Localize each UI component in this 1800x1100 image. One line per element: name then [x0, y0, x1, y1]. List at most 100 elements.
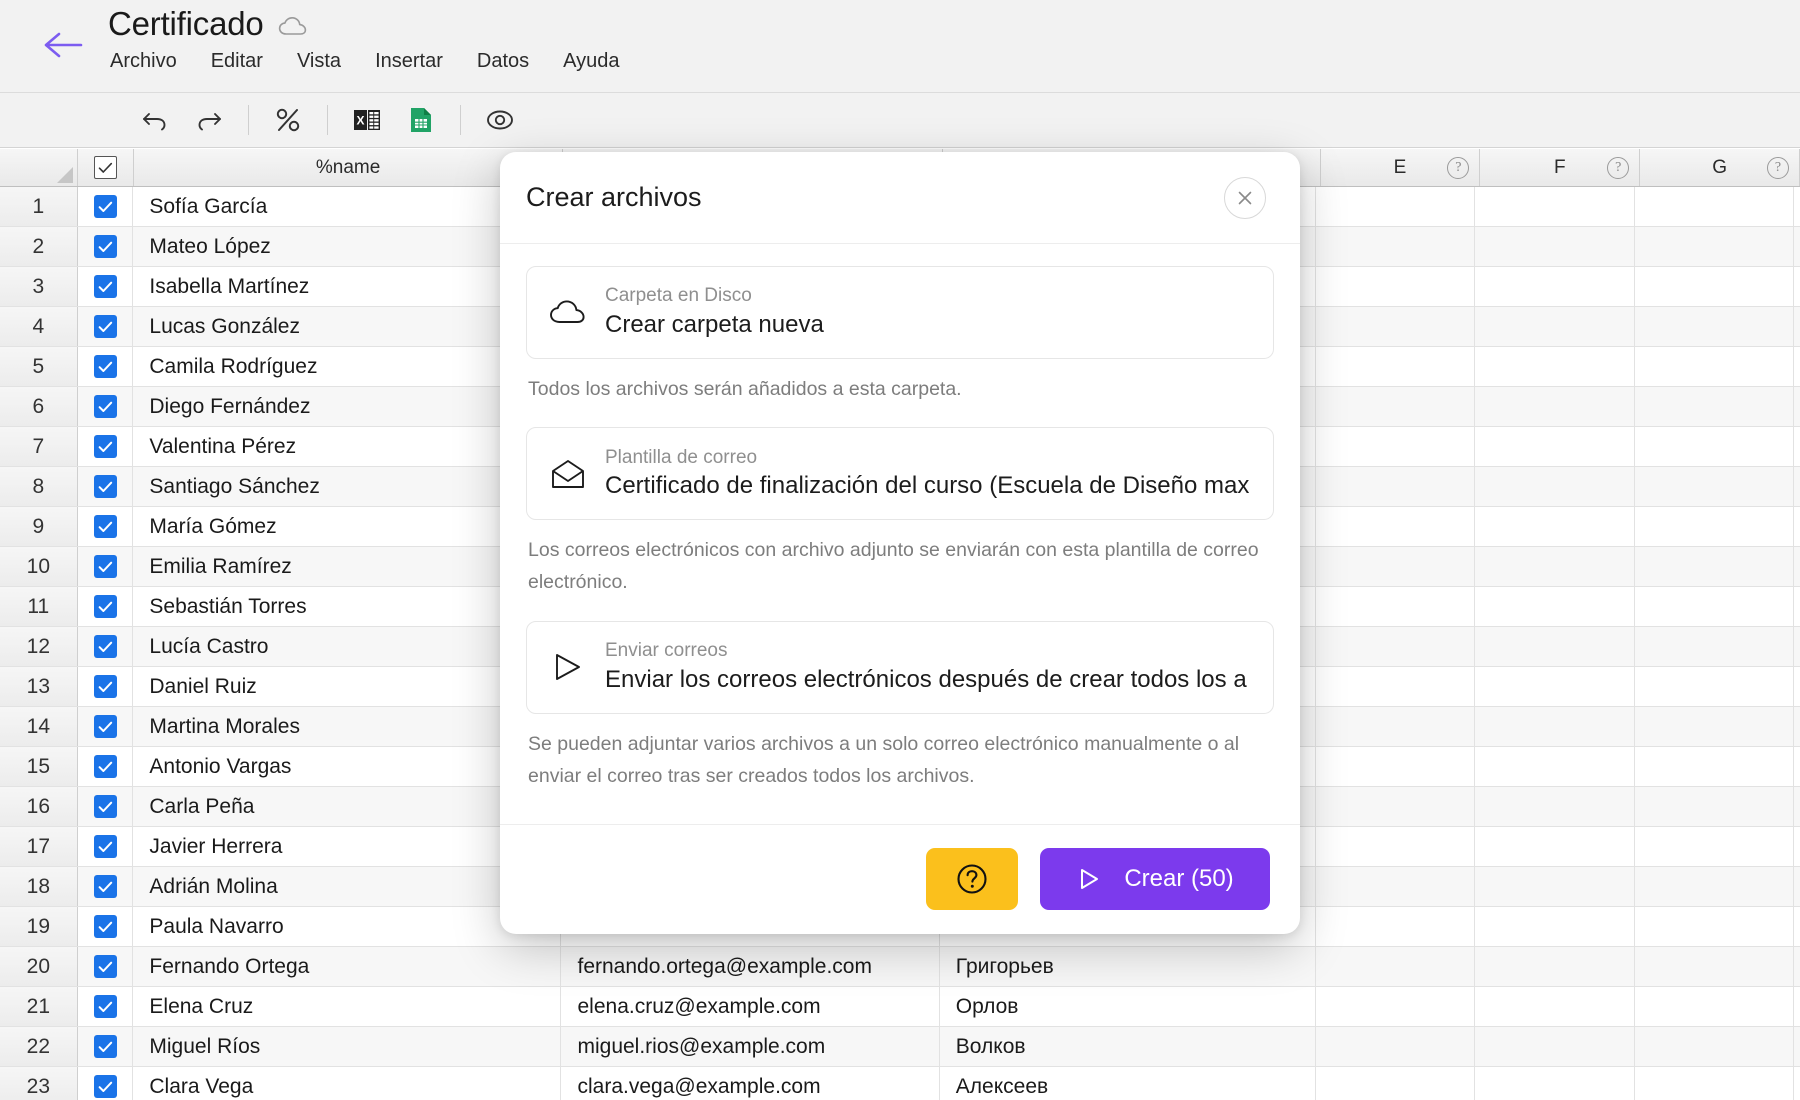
row-number[interactable]: 13	[0, 667, 78, 706]
row-number[interactable]: 6	[0, 387, 78, 426]
cell-e[interactable]	[1316, 707, 1476, 746]
cell-g[interactable]	[1635, 747, 1795, 786]
cell-f[interactable]	[1475, 947, 1635, 986]
row-checkbox[interactable]	[78, 627, 134, 666]
cell-e[interactable]	[1316, 467, 1476, 506]
row-checkbox[interactable]	[78, 547, 134, 586]
help-button[interactable]	[926, 848, 1018, 911]
row-number[interactable]: 8	[0, 467, 78, 506]
row-checkbox[interactable]	[78, 1027, 134, 1066]
cell-e[interactable]	[1316, 1027, 1476, 1066]
percent-button[interactable]	[261, 99, 315, 141]
row-checkbox[interactable]	[78, 267, 134, 306]
cell-tail[interactable]	[1794, 947, 1800, 986]
cell-g[interactable]	[1635, 1067, 1795, 1100]
cell-f[interactable]	[1475, 267, 1635, 306]
cell-name[interactable]: Isabella Martínez	[133, 267, 562, 306]
cell-g[interactable]	[1635, 867, 1795, 906]
menu-vista[interactable]: Vista	[295, 48, 343, 75]
cell-tail[interactable]	[1794, 1027, 1800, 1066]
cell-f[interactable]	[1475, 867, 1635, 906]
row-number[interactable]: 21	[0, 987, 78, 1026]
cell-d[interactable]: Григорьев	[940, 947, 1317, 986]
row-checkbox[interactable]	[78, 947, 134, 986]
cell-f[interactable]	[1475, 187, 1635, 226]
header-column-f[interactable]: F ?	[1480, 149, 1641, 186]
cell-tail[interactable]	[1794, 427, 1800, 466]
cell-e[interactable]	[1316, 1067, 1476, 1100]
cell-e[interactable]	[1316, 387, 1476, 426]
cell-e[interactable]	[1316, 867, 1476, 906]
table-row[interactable]: 21 Elena Cruz elena.cruz@example.com Орлов	[0, 987, 1800, 1027]
cell-tail[interactable]	[1794, 1067, 1800, 1100]
cell-name[interactable]: Mateo López	[133, 227, 562, 266]
cell-name[interactable]: Daniel Ruiz	[133, 667, 562, 706]
row-checkbox[interactable]	[78, 347, 134, 386]
cell-tail[interactable]	[1794, 547, 1800, 586]
folder-option-card[interactable]: Carpeta en Disco Crear carpeta nueva	[526, 266, 1274, 359]
cell-f[interactable]	[1475, 507, 1635, 546]
cell-g[interactable]	[1635, 827, 1795, 866]
cell-tail[interactable]	[1794, 907, 1800, 946]
row-checkbox[interactable]	[78, 707, 134, 746]
cell-tail[interactable]	[1794, 347, 1800, 386]
cell-e[interactable]	[1316, 427, 1476, 466]
header-help-icon-e[interactable]: ?	[1447, 156, 1470, 179]
cell-g[interactable]	[1635, 947, 1795, 986]
cell-f[interactable]	[1475, 347, 1635, 386]
cell-f[interactable]	[1475, 227, 1635, 266]
row-number[interactable]: 10	[0, 547, 78, 586]
cell-tail[interactable]	[1794, 987, 1800, 1026]
document-title[interactable]: Certificado	[108, 5, 264, 43]
export-excel-button[interactable]: X	[340, 99, 394, 141]
cell-e[interactable]	[1316, 587, 1476, 626]
cell-g[interactable]	[1635, 267, 1795, 306]
cell-email[interactable]: fernando.ortega@example.com	[561, 947, 940, 986]
cell-e[interactable]	[1316, 827, 1476, 866]
cell-g[interactable]	[1635, 467, 1795, 506]
row-number[interactable]: 18	[0, 867, 78, 906]
cell-tail[interactable]	[1794, 267, 1800, 306]
row-checkbox[interactable]	[78, 307, 134, 346]
row-number[interactable]: 12	[0, 627, 78, 666]
cell-name[interactable]: Santiago Sánchez	[133, 467, 562, 506]
row-checkbox[interactable]	[78, 987, 134, 1026]
cell-g[interactable]	[1635, 627, 1795, 666]
header-column-e[interactable]: E ?	[1320, 149, 1481, 186]
row-checkbox[interactable]	[78, 387, 134, 426]
cell-tail[interactable]	[1794, 667, 1800, 706]
header-column-name[interactable]: %name ?	[133, 149, 564, 186]
cell-f[interactable]	[1475, 987, 1635, 1026]
cell-name[interactable]: Martina Morales	[133, 707, 562, 746]
cell-e[interactable]	[1316, 987, 1476, 1026]
cell-tail[interactable]	[1794, 707, 1800, 746]
menu-archivo[interactable]: Archivo	[108, 48, 179, 75]
header-help-icon-g[interactable]: ?	[1767, 156, 1790, 179]
cell-g[interactable]	[1635, 587, 1795, 626]
email-template-option-card[interactable]: Plantilla de correo Certificado de final…	[526, 427, 1274, 521]
cell-g[interactable]	[1635, 187, 1795, 226]
cell-name[interactable]: Carla Peña	[133, 787, 562, 826]
create-button[interactable]: Crear (50)	[1040, 848, 1270, 911]
cell-name[interactable]: Valentina Pérez	[133, 427, 562, 466]
cell-f[interactable]	[1475, 547, 1635, 586]
cell-f[interactable]	[1475, 1027, 1635, 1066]
cell-d[interactable]: Орлов	[940, 987, 1317, 1026]
row-checkbox[interactable]	[78, 507, 134, 546]
menu-editar[interactable]: Editar	[209, 48, 265, 75]
row-checkbox[interactable]	[78, 187, 134, 226]
cell-tail[interactable]	[1794, 787, 1800, 826]
cell-name[interactable]: Lucas González	[133, 307, 562, 346]
cell-g[interactable]	[1635, 907, 1795, 946]
cell-f[interactable]	[1475, 747, 1635, 786]
cell-name[interactable]: María Gómez	[133, 507, 562, 546]
cell-tail[interactable]	[1794, 227, 1800, 266]
cell-g[interactable]	[1635, 387, 1795, 426]
cell-name[interactable]: Paula Navarro	[133, 907, 562, 946]
cell-f[interactable]	[1475, 427, 1635, 466]
cell-name[interactable]: Elena Cruz	[133, 987, 562, 1026]
cell-g[interactable]	[1635, 307, 1795, 346]
cell-name[interactable]: Clara Vega	[133, 1067, 562, 1100]
row-number[interactable]: 7	[0, 427, 78, 466]
table-row[interactable]: 20 Fernando Ortega fernando.ortega@example…	[0, 947, 1800, 987]
